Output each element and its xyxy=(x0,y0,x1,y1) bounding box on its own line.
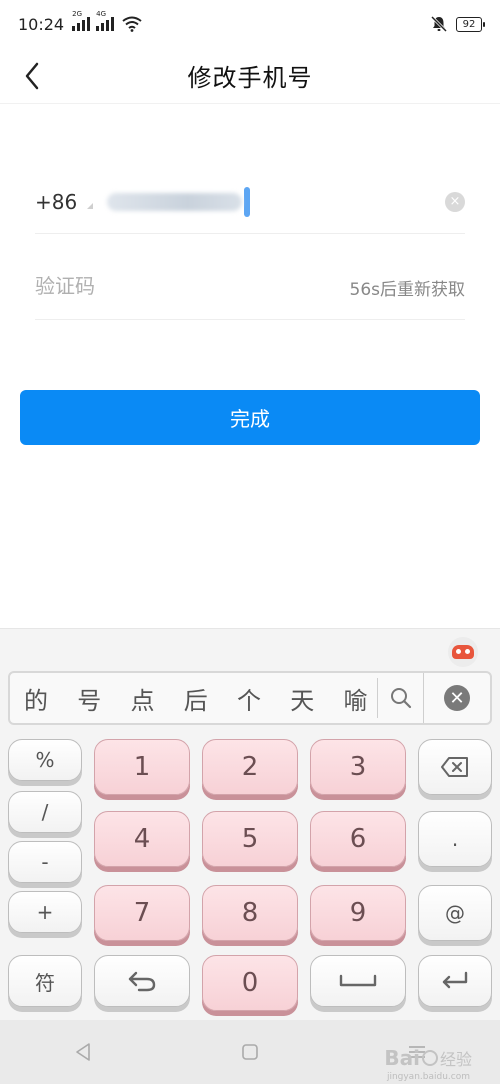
candidate-search-button[interactable] xyxy=(378,673,424,723)
code-row: 56s后重新获取 xyxy=(35,256,465,320)
phone-number-blurred xyxy=(107,192,243,211)
paw-icon xyxy=(421,1050,438,1066)
key-minus[interactable]: - xyxy=(8,841,82,883)
key-enter[interactable] xyxy=(418,955,492,1007)
candidate-word[interactable]: 喻 xyxy=(344,681,378,716)
key-symbols[interactable]: 符 xyxy=(8,955,82,1007)
country-caret-icon[interactable] xyxy=(87,202,94,209)
key-digit-9[interactable]: 9 xyxy=(310,885,406,941)
battery-icon: 92 xyxy=(456,16,485,32)
close-icon: ✕ xyxy=(444,685,470,711)
status-bar: 10:24 2G 4G 92 xyxy=(0,0,500,48)
key-space[interactable] xyxy=(310,955,406,1007)
enter-icon xyxy=(442,971,468,989)
key-at[interactable]: @ xyxy=(418,885,492,941)
candidate-word[interactable]: 个 xyxy=(237,681,290,716)
search-icon xyxy=(390,688,411,709)
verification-code-input[interactable] xyxy=(35,276,350,299)
nav-home-button[interactable] xyxy=(230,1032,270,1072)
triangle-back-icon xyxy=(76,1043,91,1061)
phone-input[interactable] xyxy=(107,186,445,217)
done-button[interactable]: 完成 xyxy=(20,390,480,445)
key-dot[interactable]: . xyxy=(418,811,492,867)
candidate-word[interactable]: 天 xyxy=(290,681,343,716)
candidate-word[interactable]: 的 xyxy=(24,681,77,716)
square-home-icon xyxy=(242,1044,258,1060)
candidate-word[interactable]: 点 xyxy=(131,681,184,716)
key-undo[interactable] xyxy=(94,955,190,1007)
phone-row: +86 × xyxy=(35,170,465,234)
status-right: 92 xyxy=(430,15,485,33)
candidate-list: 的 号 点 后 个 天 喻 xyxy=(10,681,377,716)
keyboard: 的 号 点 后 个 天 喻 ✕ % / - + 符 1 2 3 4 5 6 7 … xyxy=(0,628,500,1020)
text-cursor xyxy=(244,186,251,217)
navigation-bar: Bai 经验 jingyan.baidu.com xyxy=(0,1020,500,1084)
signal-icon: 4G xyxy=(96,10,115,31)
key-digit-8[interactable]: 8 xyxy=(202,885,298,941)
wifi-icon xyxy=(122,16,142,32)
keyboard-logo-icon[interactable] xyxy=(448,637,478,667)
page-title: 修改手机号 xyxy=(187,64,313,92)
key-digit-0[interactable]: 0 xyxy=(202,955,298,1011)
key-digit-1[interactable]: 1 xyxy=(94,739,190,795)
candidate-bar: 的 号 点 后 个 天 喻 ✕ xyxy=(8,671,492,725)
resend-code-button[interactable]: 56s后重新获取 xyxy=(350,275,466,300)
candidate-word[interactable]: 号 xyxy=(77,681,130,716)
phone-form: +86 × 56s后重新获取 xyxy=(35,170,465,320)
back-button[interactable] xyxy=(14,56,50,96)
clear-button[interactable]: × xyxy=(445,191,465,212)
watermark-url: jingyan.baidu.com xyxy=(386,1072,470,1082)
mute-icon xyxy=(430,15,448,33)
key-digit-5[interactable]: 5 xyxy=(202,811,298,867)
key-percent[interactable]: % xyxy=(8,739,82,781)
country-code[interactable]: +86 xyxy=(35,190,77,214)
key-digit-6[interactable]: 6 xyxy=(310,811,406,867)
space-icon xyxy=(339,974,377,987)
key-digit-2[interactable]: 2 xyxy=(202,739,298,795)
screen: 10:24 2G 4G 92 修改手机号 +86 × 验证码 56s后重新获取 … xyxy=(0,0,500,1084)
undo-icon xyxy=(128,971,156,992)
nav-back-button[interactable] xyxy=(63,1032,103,1072)
key-digit-7[interactable]: 7 xyxy=(94,885,190,941)
chevron-left-icon xyxy=(25,62,39,90)
key-backspace[interactable] xyxy=(418,739,492,795)
signal-icon: 2G xyxy=(72,10,91,31)
clear-icon: × xyxy=(449,194,461,209)
key-digit-4[interactable]: 4 xyxy=(94,811,190,867)
key-slash[interactable]: / xyxy=(8,791,82,833)
key-plus[interactable]: + xyxy=(8,891,82,933)
status-time: 10:24 xyxy=(18,14,65,34)
key-digit-3[interactable]: 3 xyxy=(310,739,406,795)
backspace-icon xyxy=(441,757,468,777)
header: 修改手机号 xyxy=(0,48,500,104)
watermark: Bai 经验 xyxy=(384,1046,472,1070)
candidate-close-button[interactable]: ✕ xyxy=(424,685,490,711)
candidate-word[interactable]: 后 xyxy=(184,681,237,716)
